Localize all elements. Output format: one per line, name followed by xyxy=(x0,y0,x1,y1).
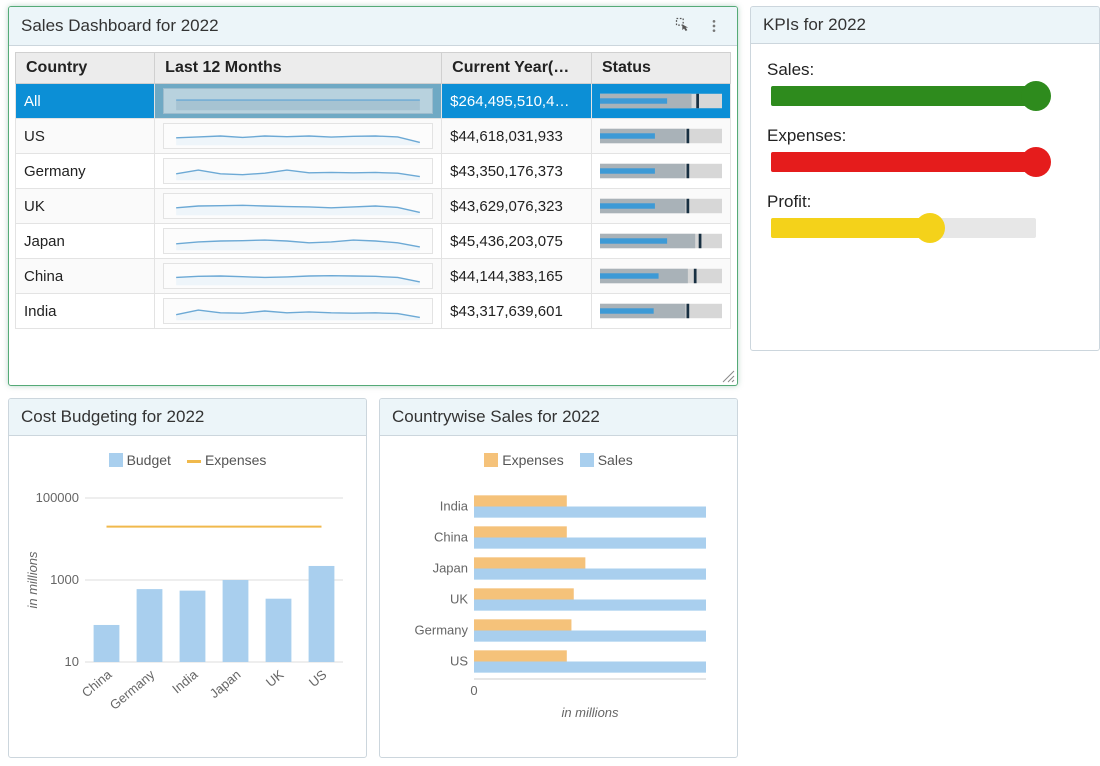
table-row[interactable]: All $264,495,510,4… xyxy=(16,84,731,119)
svg-text:Japan: Japan xyxy=(433,561,468,576)
svg-text:Germany: Germany xyxy=(415,623,469,638)
svg-text:1000: 1000 xyxy=(50,572,79,587)
kpi-knob-icon[interactable] xyxy=(1021,147,1051,177)
kpi-label: Profit: xyxy=(767,192,1083,212)
table-row[interactable]: Japan $45,436,203,075 xyxy=(16,224,731,259)
panel-header: Countrywise Sales for 2022 xyxy=(380,399,737,436)
svg-text:UK: UK xyxy=(450,592,468,607)
country-cell: All xyxy=(16,84,155,119)
kpi-slider[interactable] xyxy=(771,86,1036,106)
sparkline-cell xyxy=(155,154,442,189)
current-year-cell: $43,350,176,373 xyxy=(442,154,592,189)
panel-header: KPIs for 2022 xyxy=(751,7,1099,44)
panel-header: Sales Dashboard for 2022 xyxy=(9,7,737,46)
current-year-cell: $45,436,203,075 xyxy=(442,224,592,259)
table-column-header[interactable]: Current Year(… xyxy=(442,53,592,84)
svg-text:0: 0 xyxy=(470,683,477,698)
legend-item: Expenses xyxy=(484,452,563,468)
country-cell: US xyxy=(16,119,155,154)
kpi-slider[interactable] xyxy=(771,152,1036,172)
svg-text:Germany: Germany xyxy=(107,666,158,712)
table-row[interactable]: US $44,618,031,933 xyxy=(16,119,731,154)
svg-text:India: India xyxy=(440,499,469,514)
panel-title: KPIs for 2022 xyxy=(763,15,866,35)
panel-title: Sales Dashboard for 2022 xyxy=(21,16,219,36)
svg-text:100000: 100000 xyxy=(36,490,79,505)
sparkline-cell xyxy=(155,119,442,154)
status-cell xyxy=(591,84,730,119)
sparkline-cell xyxy=(155,84,442,119)
svg-text:US: US xyxy=(450,654,468,669)
touch-mode-icon[interactable] xyxy=(673,15,695,37)
table-column-header[interactable]: Status xyxy=(591,53,730,84)
svg-text:US: US xyxy=(306,667,330,690)
table-column-header[interactable]: Last 12 Months xyxy=(155,53,442,84)
kpi-row: Sales: xyxy=(767,60,1083,106)
sparkline-cell xyxy=(155,224,442,259)
sparkline-cell xyxy=(155,259,442,294)
table-column-header[interactable]: Country xyxy=(16,53,155,84)
sales-table[interactable]: CountryLast 12 MonthsCurrent Year(…Statu… xyxy=(15,52,731,329)
status-cell xyxy=(591,154,730,189)
panel-header: Cost Budgeting for 2022 xyxy=(9,399,366,436)
status-cell xyxy=(591,224,730,259)
chart-legend: Budget Expenses xyxy=(23,452,352,468)
countrywise-sales-panel: Countrywise Sales for 2022 Expenses Sales… xyxy=(379,398,738,758)
current-year-cell: $264,495,510,4… xyxy=(442,84,592,119)
legend-item: Budget xyxy=(109,452,171,468)
current-year-cell: $44,144,383,165 xyxy=(442,259,592,294)
resize-grip-icon[interactable] xyxy=(721,369,735,383)
cost-budgeting-chart: 10 1000 100000 in millions ChinaGermany India… xyxy=(23,478,353,728)
table-row[interactable]: China $44,144,383,165 xyxy=(16,259,731,294)
kpi-row: Profit: xyxy=(767,192,1083,238)
svg-text:in millions: in millions xyxy=(25,551,40,609)
kpi-slider[interactable] xyxy=(771,218,1036,238)
sales-dashboard-panel: Sales Dashboard for 2022 CountryLast 12 … xyxy=(8,6,738,386)
legend-item: Expenses xyxy=(187,452,266,468)
country-cell: Germany xyxy=(16,154,155,189)
country-cell: India xyxy=(16,294,155,329)
kpi-knob-icon[interactable] xyxy=(1021,81,1051,111)
status-cell xyxy=(591,259,730,294)
svg-text:China: China xyxy=(434,530,469,545)
svg-text:UK: UK xyxy=(263,667,287,690)
table-row[interactable]: UK $43,629,076,323 xyxy=(16,189,731,224)
panel-title: Cost Budgeting for 2022 xyxy=(21,407,204,427)
svg-text:China: China xyxy=(79,666,115,700)
country-cell: China xyxy=(16,259,155,294)
status-cell xyxy=(591,119,730,154)
current-year-cell: $43,629,076,323 xyxy=(442,189,592,224)
svg-text:10: 10 xyxy=(65,654,79,669)
kpi-panel: KPIs for 2022 Sales: Expenses: Profit: xyxy=(750,6,1100,351)
table-header: CountryLast 12 MonthsCurrent Year(…Statu… xyxy=(16,53,731,84)
more-menu-icon[interactable] xyxy=(703,15,725,37)
svg-text:Japan: Japan xyxy=(207,667,244,701)
kpi-knob-icon[interactable] xyxy=(915,213,945,243)
status-cell xyxy=(591,189,730,224)
cost-budgeting-panel: Cost Budgeting for 2022 Budget Expenses 1… xyxy=(8,398,367,758)
table-row[interactable]: Germany $43,350,176,373 xyxy=(16,154,731,189)
kpi-row: Expenses: xyxy=(767,126,1083,172)
kpi-label: Sales: xyxy=(767,60,1083,80)
status-cell xyxy=(591,294,730,329)
table-row[interactable]: India $43,317,639,601 xyxy=(16,294,731,329)
svg-text:in millions: in millions xyxy=(561,705,619,720)
kpi-label: Expenses: xyxy=(767,126,1083,146)
countrywise-sales-chart: India China Japan UK Germany US0 in millions xyxy=(394,478,724,728)
current-year-cell: $44,618,031,933 xyxy=(442,119,592,154)
sparkline-cell xyxy=(155,189,442,224)
sparkline-cell xyxy=(155,294,442,329)
svg-text:India: India xyxy=(169,666,201,696)
country-cell: UK xyxy=(16,189,155,224)
legend-item: Sales xyxy=(580,452,633,468)
chart-legend: Expenses Sales xyxy=(394,452,723,468)
panel-title: Countrywise Sales for 2022 xyxy=(392,407,600,427)
current-year-cell: $43,317,639,601 xyxy=(442,294,592,329)
country-cell: Japan xyxy=(16,224,155,259)
